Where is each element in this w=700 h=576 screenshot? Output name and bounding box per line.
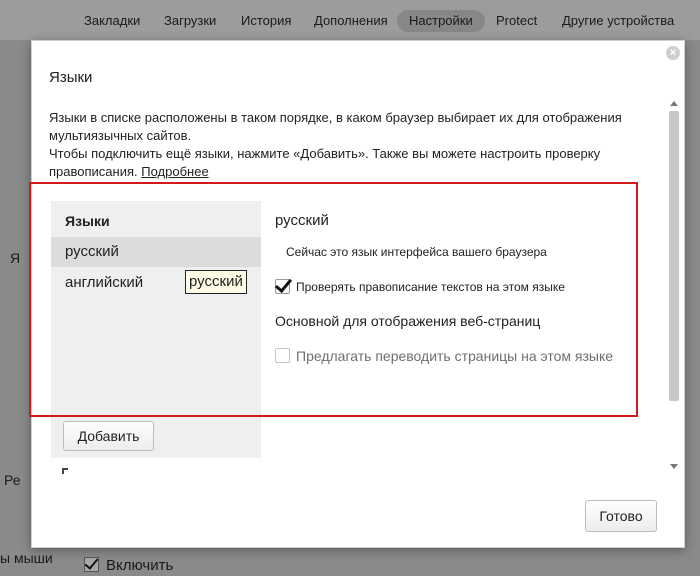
- scrollbar[interactable]: [667, 99, 681, 471]
- more-link[interactable]: Подробнее: [141, 164, 208, 179]
- description-line: Языки в списке расположены в таком поряд…: [49, 110, 622, 143]
- scrollbar-thumb[interactable]: [669, 111, 679, 401]
- tab-settings[interactable]: Настройки: [397, 10, 485, 32]
- scroll-down-icon[interactable]: [670, 464, 678, 469]
- background-text: Я: [10, 250, 21, 266]
- add-button[interactable]: Добавить: [63, 421, 154, 451]
- background-text: ы мыши: [0, 550, 53, 566]
- done-button[interactable]: Готово: [585, 500, 657, 532]
- scroll-up-icon[interactable]: [670, 101, 678, 106]
- dialog-description: Языки в списке расположены в таком поряд…: [49, 109, 649, 181]
- dialog-title: Языки: [49, 69, 93, 86]
- tab-history[interactable]: История: [229, 10, 303, 32]
- tab-bookmarks[interactable]: Закладки: [72, 10, 152, 32]
- background-text: Ре: [4, 472, 21, 488]
- cursor-icon: [62, 468, 68, 474]
- top-navigation: Закладки Загрузки История Дополнения Нас…: [0, 0, 700, 40]
- close-icon[interactable]: ×: [666, 46, 680, 60]
- tab-downloads[interactable]: Загрузки: [152, 10, 228, 32]
- highlight-frame: [29, 182, 638, 417]
- enable-checkbox[interactable]: [84, 557, 99, 572]
- tab-other-devices[interactable]: Другие устройства: [550, 10, 686, 32]
- description-line: Чтобы подключить ещё языки, нажмите «Доб…: [49, 146, 601, 179]
- tab-protect[interactable]: Protect: [484, 10, 549, 32]
- tab-extensions[interactable]: Дополнения: [302, 10, 400, 32]
- enable-label: Включить: [106, 557, 174, 574]
